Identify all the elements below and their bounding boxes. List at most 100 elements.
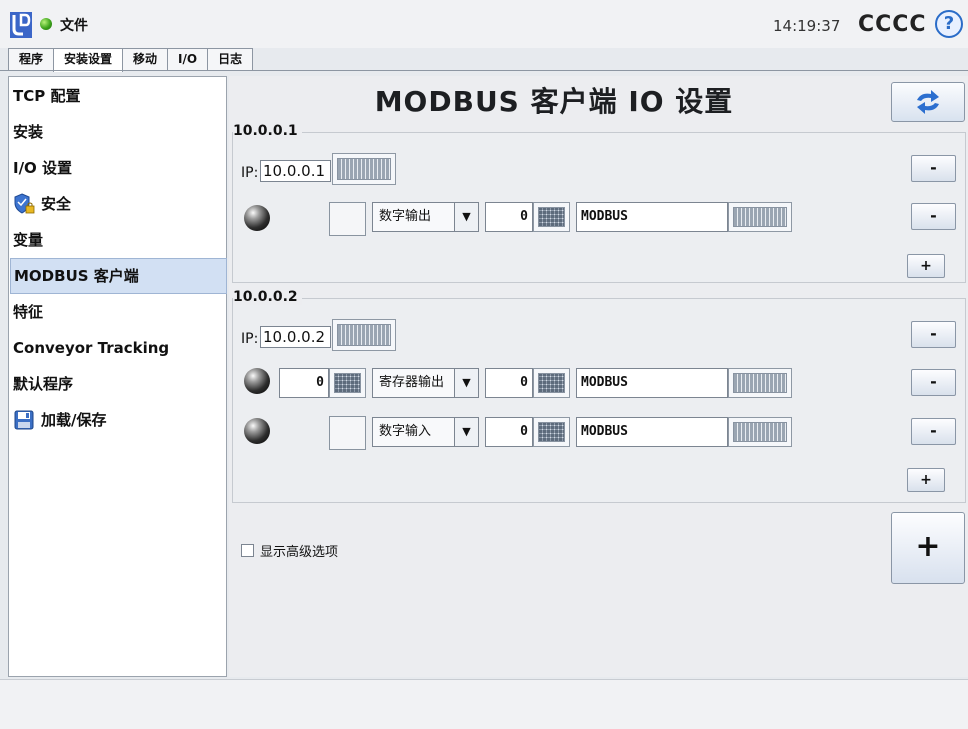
chevron-down-icon: ▼ (454, 418, 478, 446)
sidebar-item-label: 安装 (13, 123, 44, 141)
sidebar-item-label: 变量 (13, 231, 44, 249)
installation-sidebar: TCP 配置 安装 I/O 设置 安全 变量 MODBUS 客户端 特征 Con… (8, 76, 227, 677)
ip-field[interactable]: 10.0.0.2 (260, 326, 331, 348)
keyboard-icon (733, 373, 787, 393)
signal-value-toggle[interactable] (329, 202, 366, 236)
value-numpad-button[interactable] (329, 368, 366, 398)
ip-field[interactable]: 10.0.0.1 (260, 160, 331, 182)
shield-icon (14, 193, 35, 214)
page-title: MODBUS 客户端 IO 设置 (374, 85, 734, 118)
sync-arrows-icon (917, 90, 939, 114)
advanced-options-checkbox[interactable]: 显示高级选项 (241, 541, 338, 560)
tab-log[interactable]: 日志 (207, 48, 254, 70)
unit-title: 10.0.0.2 (233, 289, 302, 305)
select-value: 数字输出 (379, 209, 432, 224)
address-numpad-button[interactable] (533, 417, 570, 447)
sidebar-item-label: 安全 (41, 195, 72, 213)
unit-title: 10.0.0.1 (233, 123, 302, 139)
signal-address-field[interactable]: 0 (485, 417, 533, 447)
robot-name: CCCC (858, 12, 927, 37)
keyboard-icon (733, 207, 787, 227)
signal-address-field[interactable]: 0 (485, 202, 533, 232)
signal-name-field[interactable]: MODBUS (576, 417, 728, 447)
sidebar-item-io-setup[interactable]: I/O 设置 (10, 150, 227, 186)
advanced-options-label: 显示高级选项 (260, 545, 339, 560)
signal-status-icon (244, 368, 270, 394)
sidebar-item-label: MODBUS 客户端 (14, 267, 139, 285)
numpad-icon (538, 422, 565, 442)
tab-program[interactable]: 程序 (8, 48, 55, 70)
signal-type-select[interactable]: 数字输入 ▼ (372, 417, 479, 447)
sidebar-item-modbus[interactable]: MODBUS 客户端 (10, 258, 227, 294)
add-unit-button[interactable]: + (891, 512, 965, 584)
bottom-bar (0, 679, 968, 729)
tab-io[interactable]: I/O (167, 48, 209, 70)
sidebar-item-conveyor[interactable]: Conveyor Tracking (10, 330, 227, 366)
numpad-icon (334, 373, 361, 393)
ip-label: IP: (241, 331, 259, 347)
add-signal-button[interactable]: + (907, 468, 945, 492)
ip-keyboard-button[interactable] (332, 153, 396, 185)
signal-type-select[interactable]: 寄存器输出 ▼ (372, 368, 479, 398)
sidebar-item-tcp[interactable]: TCP 配置 (10, 78, 227, 114)
modbus-unit-10-0-0-1: 10.0.0.1 IP: 10.0.0.1 - 数字输出 ▼ 0 MODBUS … (232, 123, 966, 283)
signal-status-icon (244, 205, 270, 231)
sidebar-item-variables[interactable]: 变量 (10, 222, 227, 258)
sidebar-item-safety[interactable]: 安全 (10, 186, 227, 222)
name-keyboard-button[interactable] (728, 417, 792, 447)
address-numpad-button[interactable] (533, 202, 570, 232)
remove-signal-button[interactable]: - (911, 369, 956, 396)
remove-unit-button[interactable]: - (911, 321, 956, 348)
select-value: 寄存器输出 (379, 375, 445, 390)
chevron-down-icon: ▼ (454, 203, 478, 231)
signal-address-field[interactable]: 0 (485, 368, 533, 398)
modbus-panel: MODBUS 客户端 IO 设置 10.0.0.1 IP: 10.0.0.1 -… (229, 76, 968, 677)
robot-status-icon (40, 18, 52, 30)
name-keyboard-button[interactable] (728, 368, 792, 398)
sidebar-item-label: TCP 配置 (13, 87, 81, 105)
numpad-icon (538, 207, 565, 227)
tab-installation[interactable]: 安装设置 (53, 48, 124, 72)
chevron-down-icon: ▼ (454, 369, 478, 397)
keyboard-icon (337, 158, 391, 180)
keyboard-icon (337, 324, 391, 346)
add-signal-button[interactable]: + (907, 254, 945, 278)
remove-signal-button[interactable]: - (911, 203, 956, 230)
sidebar-item-label: 特征 (13, 303, 44, 321)
sidebar-item-label: 默认程序 (13, 375, 74, 393)
ur-logo-icon (10, 12, 32, 38)
remove-signal-button[interactable]: - (911, 418, 956, 445)
floppy-disk-icon (14, 410, 34, 430)
signal-status-icon (244, 418, 270, 444)
checkbox-icon[interactable] (241, 544, 254, 557)
tab-divider (0, 70, 968, 71)
address-numpad-button[interactable] (533, 368, 570, 398)
sidebar-item-load-save[interactable]: 加载/保存 (10, 402, 227, 438)
sidebar-item-mounting[interactable]: 安装 (10, 114, 227, 150)
sidebar-item-label: 加载/保存 (41, 411, 107, 429)
signal-type-select[interactable]: 数字输出 ▼ (372, 202, 479, 232)
register-value-field[interactable]: 0 (279, 368, 329, 398)
signal-name-field[interactable]: MODBUS (576, 202, 728, 232)
ip-label: IP: (241, 165, 259, 181)
help-icon[interactable]: ? (935, 10, 963, 38)
keyboard-icon (733, 422, 787, 442)
sidebar-item-features[interactable]: 特征 (10, 294, 227, 330)
top-bar: 文件 14:19:37 CCCC ? (0, 0, 968, 48)
sidebar-item-default-program[interactable]: 默认程序 (10, 366, 227, 402)
refresh-button[interactable] (891, 82, 965, 122)
modbus-unit-10-0-0-2: 10.0.0.2 IP: 10.0.0.2 - 0 寄存器输出 ▼ 0 MODB… (232, 289, 966, 503)
file-menu[interactable]: 文件 (60, 15, 88, 35)
sidebar-item-label: Conveyor Tracking (13, 339, 170, 357)
clock: 14:19:37 (773, 17, 841, 35)
main-tabs: 程序 安装设置 移动 I/O 日志 (8, 48, 254, 72)
signal-name-field[interactable]: MODBUS (576, 368, 728, 398)
remove-unit-button[interactable]: - (911, 155, 956, 182)
name-keyboard-button[interactable] (728, 202, 792, 232)
tab-move[interactable]: 移动 (122, 48, 169, 70)
numpad-icon (538, 373, 565, 393)
signal-value-toggle[interactable] (329, 416, 366, 450)
sidebar-item-label: I/O 设置 (13, 159, 73, 177)
select-value: 数字输入 (379, 424, 432, 439)
ip-keyboard-button[interactable] (332, 319, 396, 351)
